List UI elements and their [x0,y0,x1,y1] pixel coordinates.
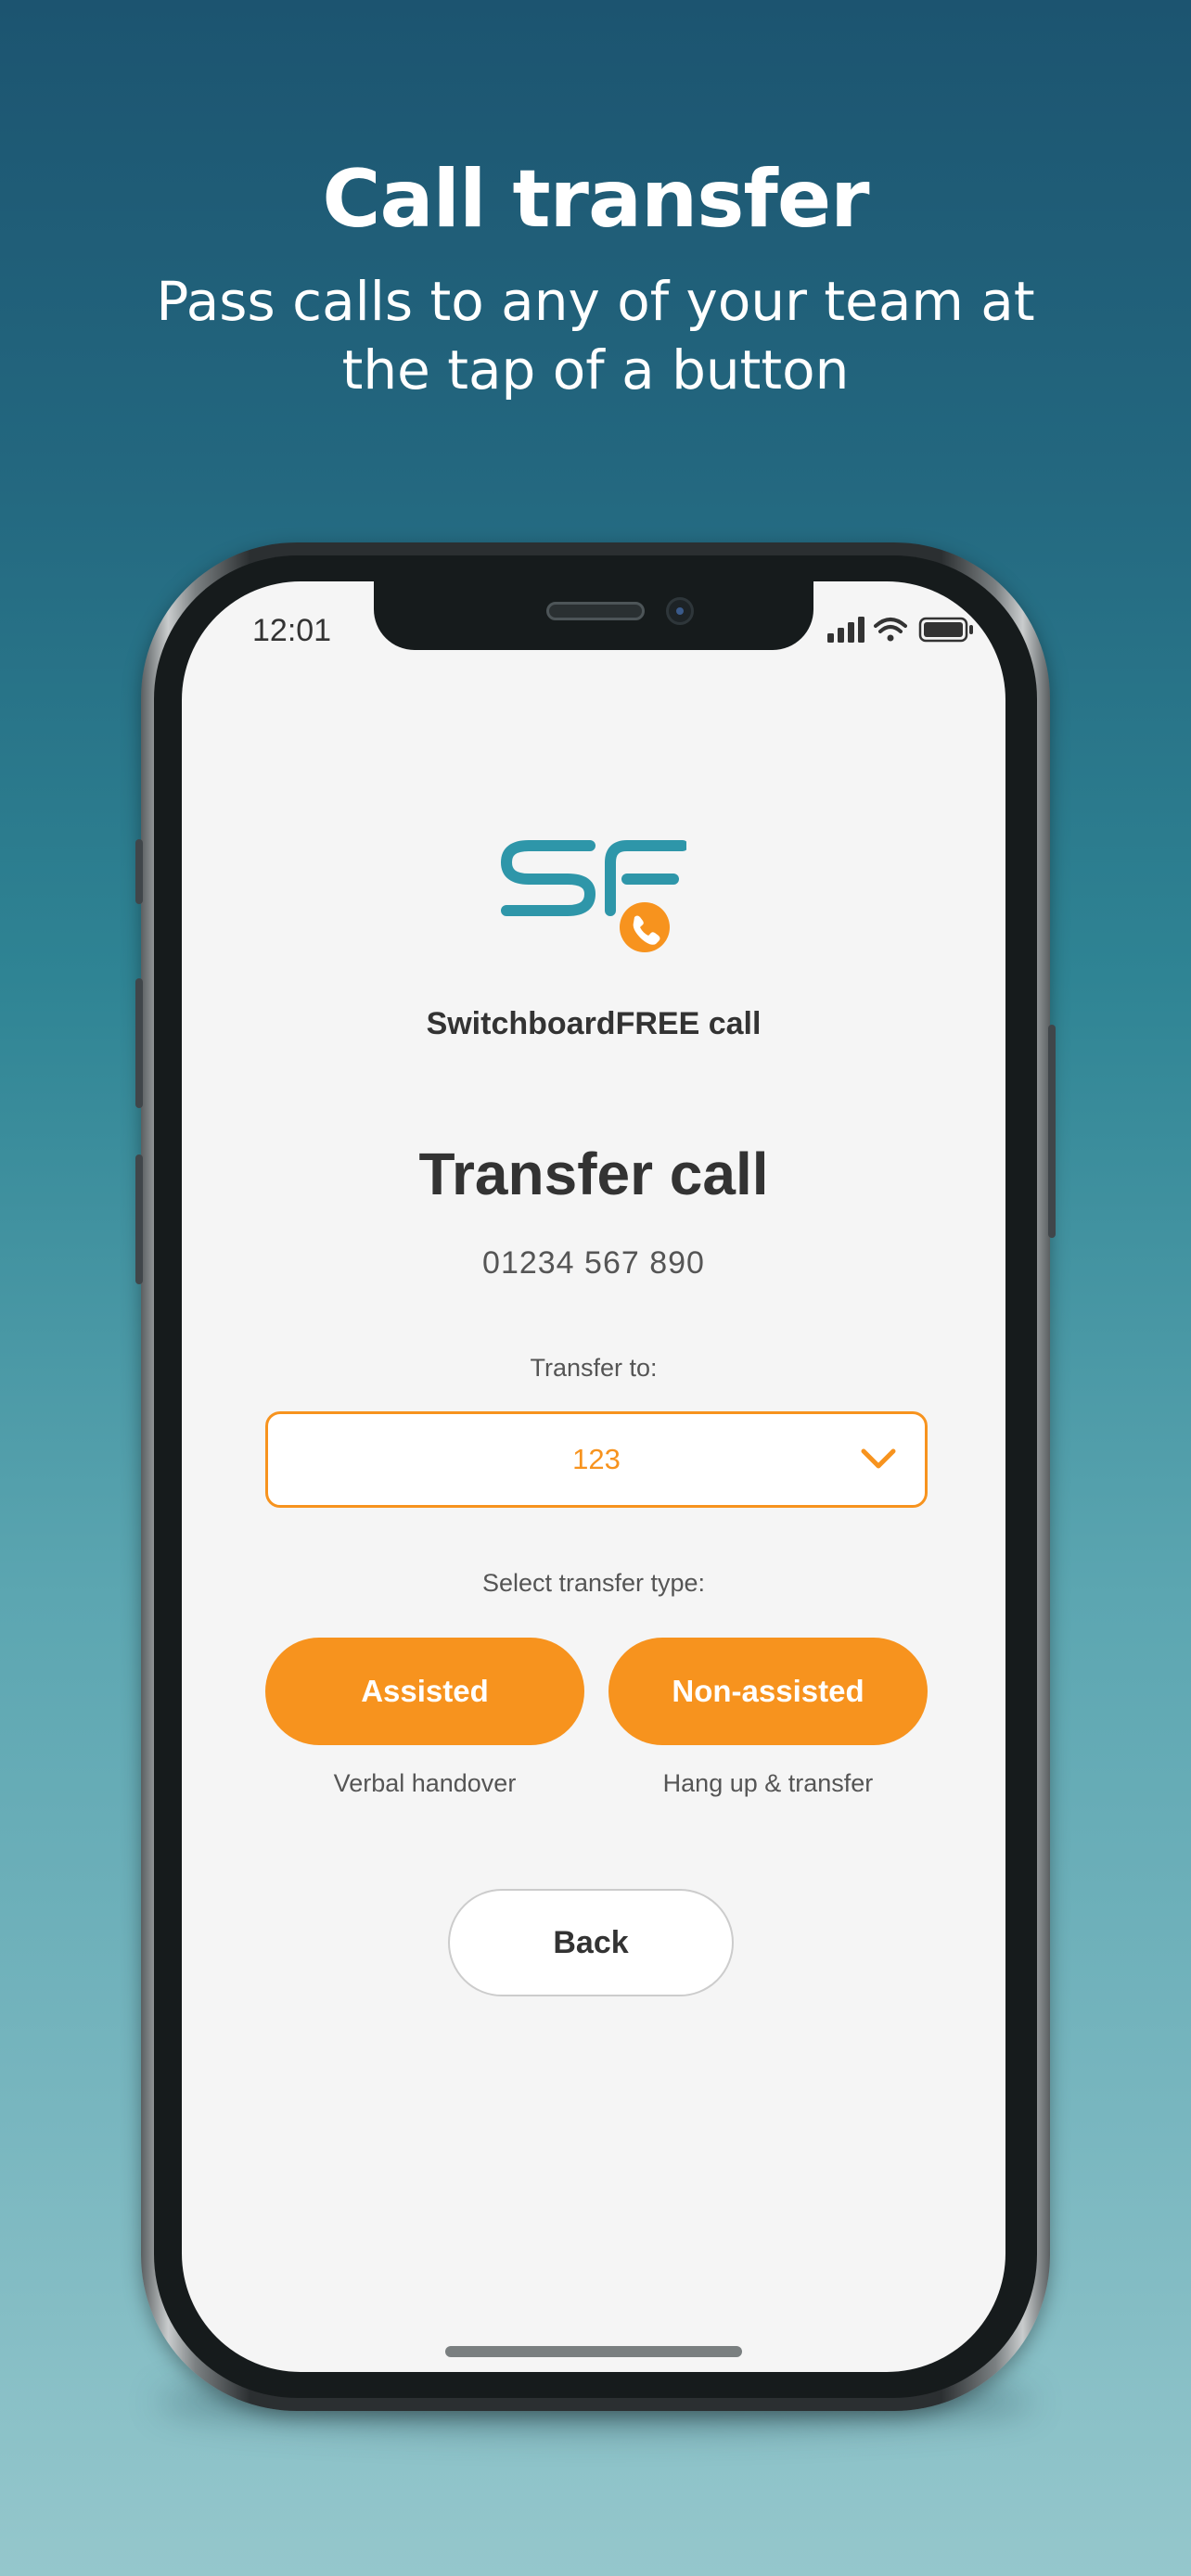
app-content: 12:01 SwitchboardFREE call Transfer call… [182,581,1005,2372]
status-time: 12:01 [252,613,332,648]
page-title: Transfer call [418,1141,769,1207]
volume-up-button [135,978,143,1108]
chevron-down-icon [861,1448,896,1469]
home-indicator[interactable] [445,2346,742,2357]
marketing-headline: Call transfer [322,153,869,246]
caller-number: 01234 567 890 [482,1245,705,1281]
brand-name: SwitchboardFREE call [426,1006,762,1041]
marketing-subheadline: Pass calls to any of your team at the ta… [156,270,1035,402]
non-assisted-button[interactable]: Non-assisted [608,1638,928,1745]
silent-switch [135,839,143,904]
assisted-caption: Verbal handover [333,1769,517,1797]
power-button [1048,1025,1056,1238]
volume-down-button [135,1154,143,1284]
wifi-icon [874,618,907,642]
earpiece-speaker [546,602,645,620]
cellular-signal-icon [827,617,864,643]
transfer-to-label: Transfer to: [530,1354,658,1382]
back-button[interactable]: Back [448,1889,734,1996]
transfer-to-value: 123 [572,1443,621,1475]
assisted-button[interactable]: Assisted [265,1638,584,1745]
battery-icon [918,617,973,643]
transfer-to-select[interactable]: 123 [265,1411,928,1508]
phone-screen: 12:01 SwitchboardFREE call Transfer call… [182,581,1005,2372]
front-camera [666,597,694,625]
status-icons [827,613,976,650]
select-transfer-type-label: Select transfer type: [481,1569,706,1597]
switchboardfree-logo [501,840,688,959]
phone-notch [374,581,813,650]
non-assisted-caption: Hang up & transfer [662,1769,874,1797]
